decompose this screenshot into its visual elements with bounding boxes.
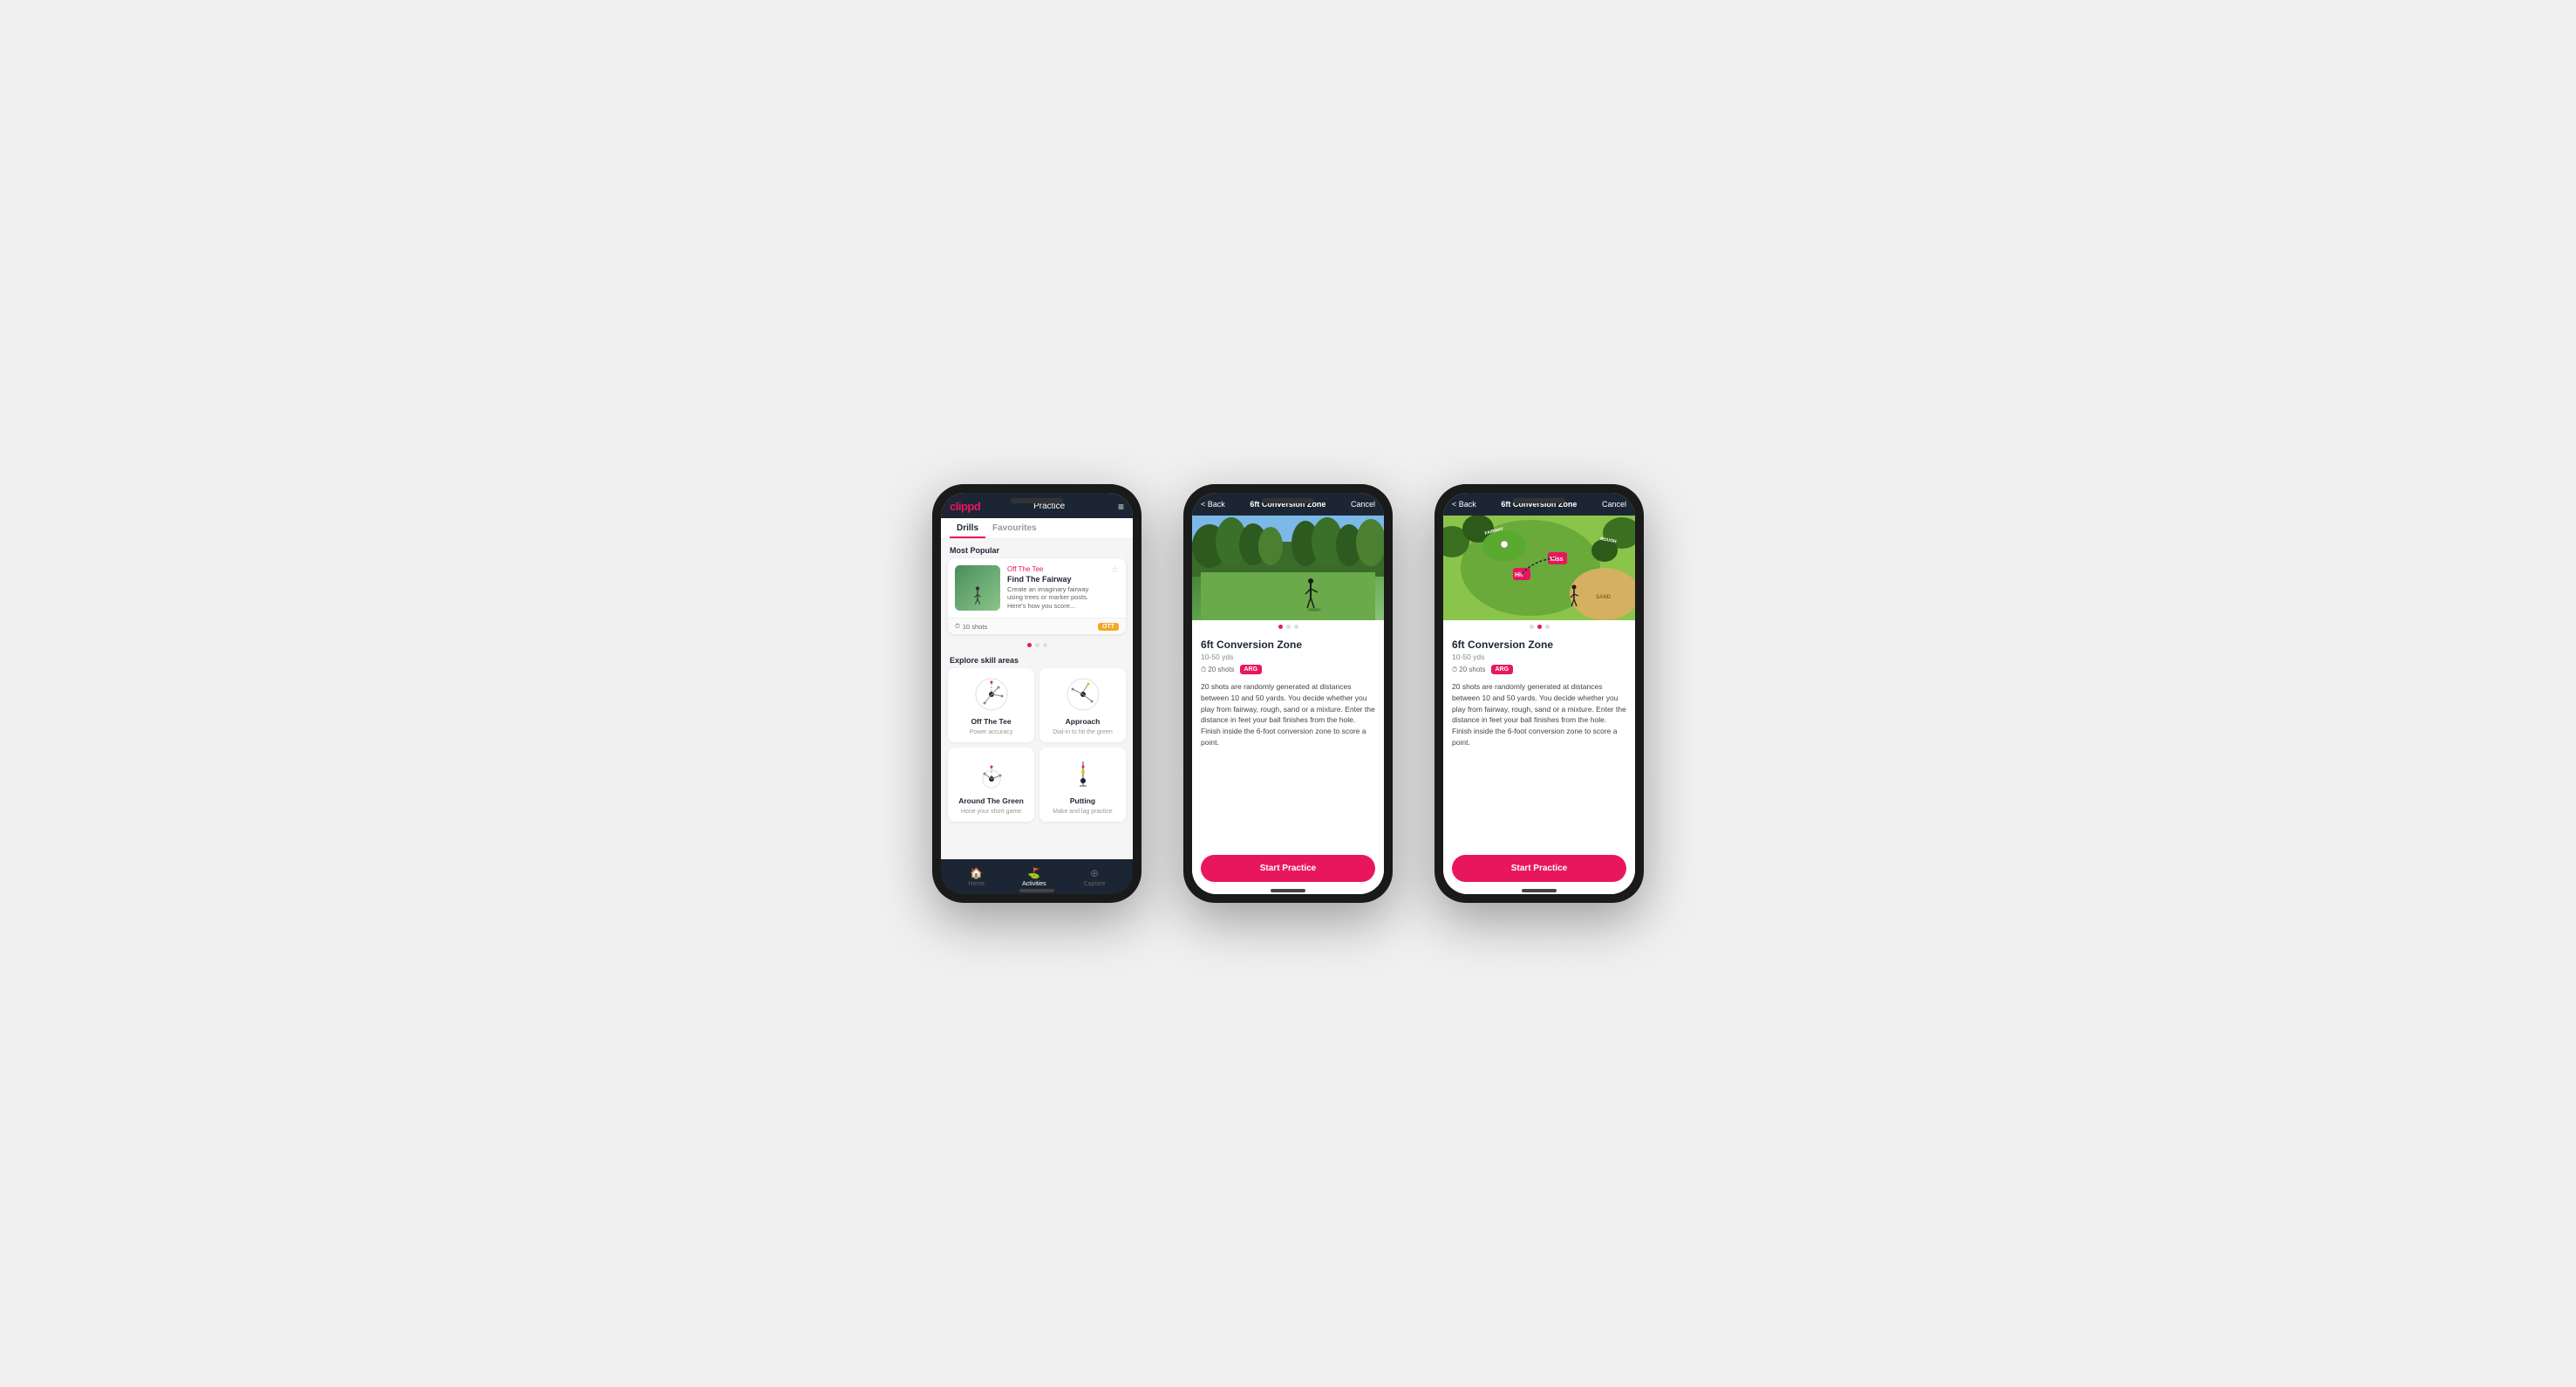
img-dot-1b xyxy=(1530,625,1534,629)
card-footer: ⏱ 10 shots OTT xyxy=(948,618,1126,634)
img-dot-2 xyxy=(1286,625,1291,629)
drill-footer-2: Start Practice xyxy=(1443,848,1635,894)
drill-meta: ⏱ 20 shots ARG xyxy=(1201,665,1375,674)
timer-icon-2: ⏱ xyxy=(1452,666,1457,674)
img-dot-2b xyxy=(1537,625,1542,629)
skill-desc-putting: Make and lag practice xyxy=(1053,809,1112,815)
drill-header-title: 6ft Conversion Zone xyxy=(1250,500,1325,509)
cancel-button-2[interactable]: Cancel xyxy=(1602,500,1626,509)
most-popular-title: Most Popular xyxy=(941,539,1133,558)
drill-title-2: 6ft Conversion Zone xyxy=(1452,639,1626,651)
nav-activities[interactable]: ⛳ Activities xyxy=(1022,867,1046,887)
phone-1: clippd Practice ≡ Drills Favourites Most… xyxy=(932,484,1141,903)
tabs-bar: Drills Favourites xyxy=(941,518,1133,539)
drill-meta-2: ⏱ 20 shots ARG xyxy=(1452,665,1626,674)
phone3-header: < Back 6ft Conversion Zone Cancel xyxy=(1443,493,1635,516)
drill-description: 20 shots are randomly generated at dista… xyxy=(1201,681,1375,748)
drill-header-title-2: 6ft Conversion Zone xyxy=(1501,500,1577,509)
dot-3 xyxy=(1043,643,1047,647)
phone1-content: Most Popular xyxy=(941,539,1133,894)
phone2-header: < Back 6ft Conversion Zone Cancel xyxy=(1192,493,1384,516)
featured-drill-card[interactable]: Off The Tee Find The Fairway Create an i… xyxy=(948,558,1126,634)
drill-badge-2: ARG xyxy=(1491,665,1514,674)
nav-capture[interactable]: ⊕ Capture xyxy=(1084,867,1106,887)
drill-description: Create an imaginary fairway using trees … xyxy=(1007,585,1104,611)
start-practice-button[interactable]: Start Practice xyxy=(1201,855,1375,882)
putting-icon xyxy=(1064,755,1102,793)
drill-thumbnail xyxy=(955,565,1000,611)
skill-name-atg: Around The Green xyxy=(958,796,1024,805)
home-icon: 🏠 xyxy=(970,867,983,879)
phones-container: clippd Practice ≡ Drills Favourites Most… xyxy=(932,484,1644,903)
drill-range-2: 10-50 yds xyxy=(1452,653,1626,661)
drill-title: Find The Fairway xyxy=(1007,575,1104,585)
nav-home-label: Home xyxy=(968,881,985,887)
skill-card-atg[interactable]: Around The Green Hone your short game xyxy=(948,748,1034,822)
drill-badge: ARG xyxy=(1240,665,1263,674)
img-dot-3b xyxy=(1545,625,1550,629)
app-logo: clippd xyxy=(950,500,980,513)
category-badge: OTT xyxy=(1098,623,1119,631)
skill-desc-atg: Hone your short game xyxy=(961,809,1021,815)
favourite-icon[interactable]: ☆ xyxy=(1111,565,1119,575)
skill-card-approach[interactable]: Approach Dial-in to hit the green xyxy=(1039,668,1126,742)
drill-image-photo xyxy=(1192,516,1384,620)
image-dots-2 xyxy=(1443,620,1635,632)
img-dot-3 xyxy=(1294,625,1298,629)
cancel-button[interactable]: Cancel xyxy=(1351,500,1375,509)
back-button[interactable]: < Back xyxy=(1201,500,1225,509)
nav-home[interactable]: 🏠 Home xyxy=(968,867,985,887)
phone-2: < Back 6ft Conversion Zone Cancel xyxy=(1183,484,1393,903)
header-title: Practice xyxy=(1033,502,1065,511)
dot-1 xyxy=(1027,643,1032,647)
menu-icon[interactable]: ≡ xyxy=(1118,501,1124,513)
back-button-2[interactable]: < Back xyxy=(1452,500,1476,509)
shots-count-2: ⏱ 20 shots xyxy=(1452,666,1486,674)
phone-1-screen: clippd Practice ≡ Drills Favourites Most… xyxy=(941,493,1133,894)
timer-icon: ⏱ xyxy=(1201,666,1206,674)
atg-icon xyxy=(972,755,1011,793)
phone-3: < Back 6ft Conversion Zone Cancel SAND xyxy=(1435,484,1644,903)
svg-text:SAND: SAND xyxy=(1596,595,1612,600)
tab-favourites[interactable]: Favourites xyxy=(985,518,1044,538)
skill-name-approach: Approach xyxy=(1066,717,1101,726)
phone-2-screen: < Back 6ft Conversion Zone Cancel xyxy=(1192,493,1384,894)
tab-drills[interactable]: Drills xyxy=(950,518,985,538)
nav-capture-label: Capture xyxy=(1084,881,1106,887)
image-dots xyxy=(1192,620,1384,632)
skill-desc-ott: Power accuracy xyxy=(970,729,1013,735)
approach-icon xyxy=(1064,675,1102,714)
explore-title: Explore skill areas xyxy=(941,651,1133,668)
activities-icon: ⛳ xyxy=(1027,867,1040,879)
bottom-nav: 🏠 Home ⛳ Activities ⊕ Capture xyxy=(941,859,1133,894)
phone1-header: clippd Practice ≡ xyxy=(941,493,1133,518)
phone-3-screen: < Back 6ft Conversion Zone Cancel SAND xyxy=(1443,493,1635,894)
drill-category: Off The Tee xyxy=(1007,565,1104,573)
drill-image-map: SAND Hit Miss xyxy=(1443,516,1635,620)
drill-title: 6ft Conversion Zone xyxy=(1201,639,1375,651)
drill-card-text: Off The Tee Find The Fairway Create an i… xyxy=(1007,565,1104,611)
skill-name-ott: Off The Tee xyxy=(971,717,1011,726)
svg-text:Miss: Miss xyxy=(1550,557,1564,563)
nav-activities-label: Activities xyxy=(1022,881,1046,887)
capture-icon: ⊕ xyxy=(1090,867,1099,879)
drill-description-2: 20 shots are randomly generated at dista… xyxy=(1452,681,1626,748)
dot-2 xyxy=(1035,643,1039,647)
shots-info: ⏱ 10 shots xyxy=(955,622,987,631)
img-dot-1 xyxy=(1278,625,1283,629)
skill-grid: Off The Tee Power accuracy xyxy=(941,668,1133,822)
drill-range: 10-50 yds xyxy=(1201,653,1375,661)
carousel-dots xyxy=(941,639,1133,651)
start-practice-button-2[interactable]: Start Practice xyxy=(1452,855,1626,882)
shots-count: ⏱ 20 shots xyxy=(1201,666,1235,674)
ott-icon xyxy=(972,675,1011,714)
clock-icon: ⏱ xyxy=(955,622,960,631)
drill-content-2: 6ft Conversion Zone 10-50 yds ⏱ 20 shots… xyxy=(1443,632,1635,848)
skill-name-putting: Putting xyxy=(1070,796,1095,805)
skill-desc-approach: Dial-in to hit the green xyxy=(1053,729,1112,735)
drill-content: 6ft Conversion Zone 10-50 yds ⏱ 20 shots… xyxy=(1192,632,1384,848)
skill-card-putting[interactable]: Putting Make and lag practice xyxy=(1039,748,1126,822)
skill-card-ott[interactable]: Off The Tee Power accuracy xyxy=(948,668,1034,742)
drill-footer: Start Practice xyxy=(1192,848,1384,894)
